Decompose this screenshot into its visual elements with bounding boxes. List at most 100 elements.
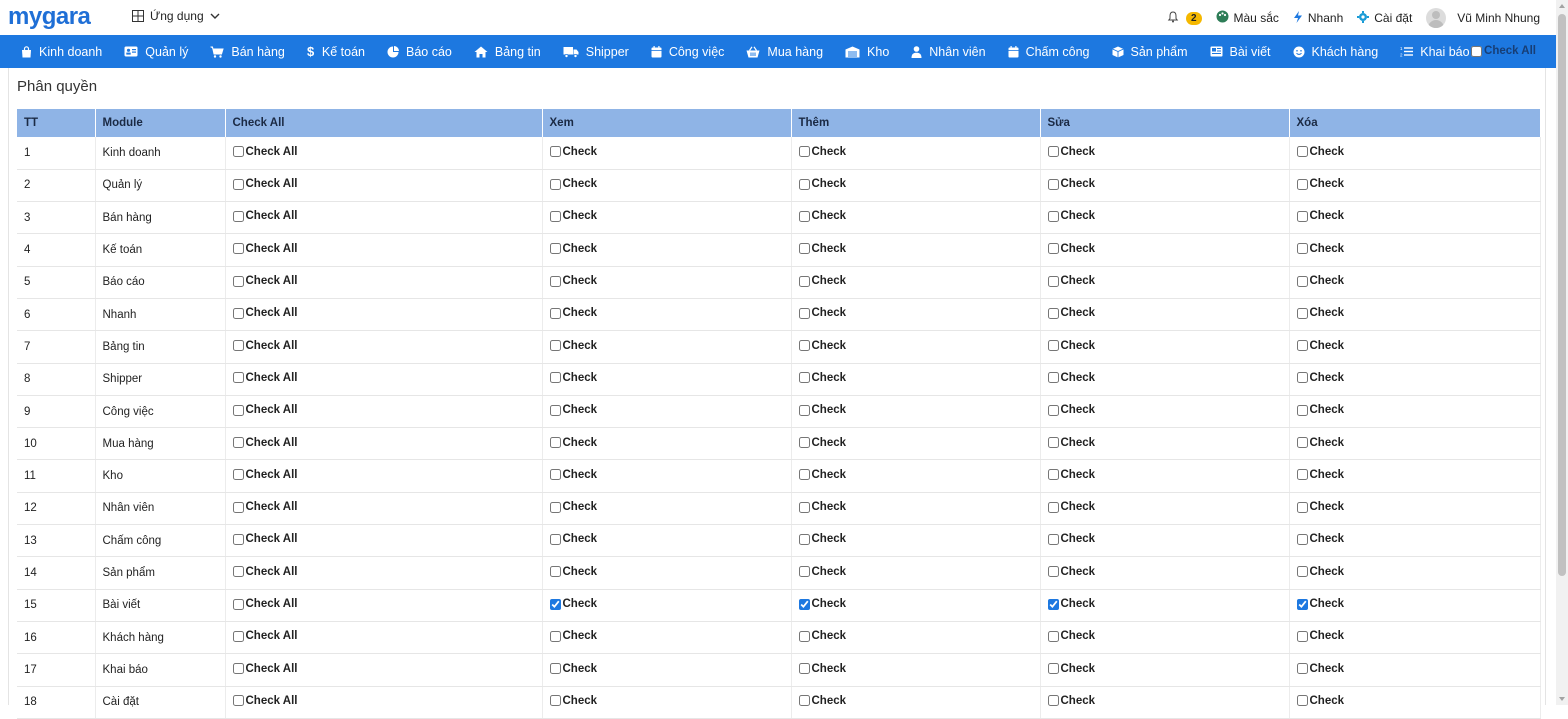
delete-option[interactable]: Check <box>1296 340 1344 352</box>
edit-option[interactable]: Check <box>1047 469 1095 481</box>
check-all-option[interactable]: Check All <box>232 663 297 675</box>
check-all-option[interactable]: Check All <box>232 630 297 642</box>
nav-item-13[interactable]: Bài viết <box>1199 35 1282 68</box>
check-all-checkbox[interactable] <box>232 663 244 675</box>
edit-checkbox[interactable] <box>1047 437 1059 449</box>
check-all-option[interactable]: Check All <box>232 210 297 222</box>
add-option[interactable]: Check <box>798 307 846 319</box>
nav-item-1[interactable]: Quản lý <box>113 35 199 68</box>
view-checkbox[interactable] <box>549 566 561 578</box>
edit-checkbox[interactable] <box>1047 275 1059 287</box>
mygara-logo[interactable]: mygara <box>8 3 91 31</box>
add-checkbox[interactable] <box>798 178 810 190</box>
delete-option[interactable]: Check <box>1296 178 1344 190</box>
view-option[interactable]: Check <box>549 340 597 352</box>
edit-checkbox[interactable] <box>1047 598 1059 610</box>
check-all-option[interactable]: Check All <box>232 340 297 352</box>
add-checkbox[interactable] <box>798 437 810 449</box>
delete-checkbox[interactable] <box>1296 404 1308 416</box>
edit-option[interactable]: Check <box>1047 630 1095 642</box>
delete-checkbox[interactable] <box>1296 372 1308 384</box>
check-all-option[interactable]: Check All <box>232 566 297 578</box>
delete-option[interactable]: Check <box>1296 307 1344 319</box>
add-checkbox[interactable] <box>798 469 810 481</box>
nav-item-10[interactable]: Nhân viên <box>900 35 996 68</box>
delete-checkbox[interactable] <box>1296 663 1308 675</box>
check-all-checkbox[interactable] <box>232 340 244 352</box>
delete-checkbox[interactable] <box>1296 501 1308 513</box>
add-option[interactable]: Check <box>798 404 846 416</box>
view-checkbox[interactable] <box>549 501 561 513</box>
edit-checkbox[interactable] <box>1047 243 1059 255</box>
delete-checkbox[interactable] <box>1296 340 1308 352</box>
check-all-checkbox[interactable] <box>232 533 244 545</box>
edit-checkbox[interactable] <box>1047 404 1059 416</box>
edit-checkbox[interactable] <box>1047 146 1059 158</box>
edit-option[interactable]: Check <box>1047 533 1095 545</box>
add-option[interactable]: Check <box>798 598 846 610</box>
edit-checkbox[interactable] <box>1047 210 1059 222</box>
view-checkbox[interactable] <box>549 372 561 384</box>
delete-checkbox[interactable] <box>1296 146 1308 158</box>
delete-option[interactable]: Check <box>1296 695 1344 707</box>
add-checkbox[interactable] <box>798 146 810 158</box>
check-all-checkbox[interactable] <box>232 243 244 255</box>
settings-button[interactable]: Cài đặt <box>1357 10 1412 26</box>
view-checkbox[interactable] <box>549 275 561 287</box>
view-option[interactable]: Check <box>549 598 597 610</box>
edit-option[interactable]: Check <box>1047 146 1095 158</box>
check-all-option[interactable]: Check All <box>232 178 297 190</box>
view-option[interactable]: Check <box>549 178 597 190</box>
delete-option[interactable]: Check <box>1296 469 1344 481</box>
edit-option[interactable]: Check <box>1047 598 1095 610</box>
add-option[interactable]: Check <box>798 695 846 707</box>
check-all-option[interactable]: Check All <box>232 469 297 481</box>
add-option[interactable]: Check <box>798 663 846 675</box>
check-all-checkbox[interactable] <box>232 275 244 287</box>
add-option[interactable]: Check <box>798 533 846 545</box>
view-option[interactable]: Check <box>549 663 597 675</box>
check-all-checkbox[interactable] <box>232 469 244 481</box>
add-option[interactable]: Check <box>798 340 846 352</box>
edit-checkbox[interactable] <box>1047 630 1059 642</box>
delete-option[interactable]: Check <box>1296 275 1344 287</box>
delete-checkbox[interactable] <box>1296 243 1308 255</box>
scrollbar-thumb[interactable] <box>1558 14 1566 576</box>
nav-item-0[interactable]: Kinh doanh <box>10 35 113 68</box>
check-all-option[interactable]: Check All <box>232 307 297 319</box>
check-all-option[interactable]: Check All <box>232 695 297 707</box>
nav-check-all-checkbox[interactable] <box>1471 45 1483 57</box>
edit-option[interactable]: Check <box>1047 210 1095 222</box>
edit-checkbox[interactable] <box>1047 663 1059 675</box>
add-checkbox[interactable] <box>798 566 810 578</box>
delete-checkbox[interactable] <box>1296 275 1308 287</box>
delete-option[interactable]: Check <box>1296 630 1344 642</box>
delete-checkbox[interactable] <box>1296 210 1308 222</box>
delete-option[interactable]: Check <box>1296 533 1344 545</box>
check-all-option[interactable]: Check All <box>232 437 297 449</box>
check-all-checkbox[interactable] <box>232 437 244 449</box>
view-checkbox[interactable] <box>549 178 561 190</box>
nav-item-9[interactable]: Kho <box>834 35 900 68</box>
check-all-option[interactable]: Check All <box>232 598 297 610</box>
add-checkbox[interactable] <box>798 340 810 352</box>
check-all-checkbox[interactable] <box>232 566 244 578</box>
view-checkbox[interactable] <box>549 469 561 481</box>
check-all-option[interactable]: Check All <box>232 243 297 255</box>
nav-item-14[interactable]: Khách hàng <box>1282 35 1390 68</box>
delete-option[interactable]: Check <box>1296 598 1344 610</box>
delete-option[interactable]: Check <box>1296 566 1344 578</box>
edit-checkbox[interactable] <box>1047 340 1059 352</box>
delete-option[interactable]: Check <box>1296 243 1344 255</box>
add-option[interactable]: Check <box>798 501 846 513</box>
edit-option[interactable]: Check <box>1047 307 1095 319</box>
view-option[interactable]: Check <box>549 501 597 513</box>
check-all-option[interactable]: Check All <box>232 146 297 158</box>
delete-checkbox[interactable] <box>1296 469 1308 481</box>
nav-item-11[interactable]: Chấm công <box>997 35 1101 68</box>
add-option[interactable]: Check <box>798 372 846 384</box>
view-checkbox[interactable] <box>549 630 561 642</box>
edit-option[interactable]: Check <box>1047 275 1095 287</box>
edit-option[interactable]: Check <box>1047 372 1095 384</box>
view-option[interactable]: Check <box>549 146 597 158</box>
